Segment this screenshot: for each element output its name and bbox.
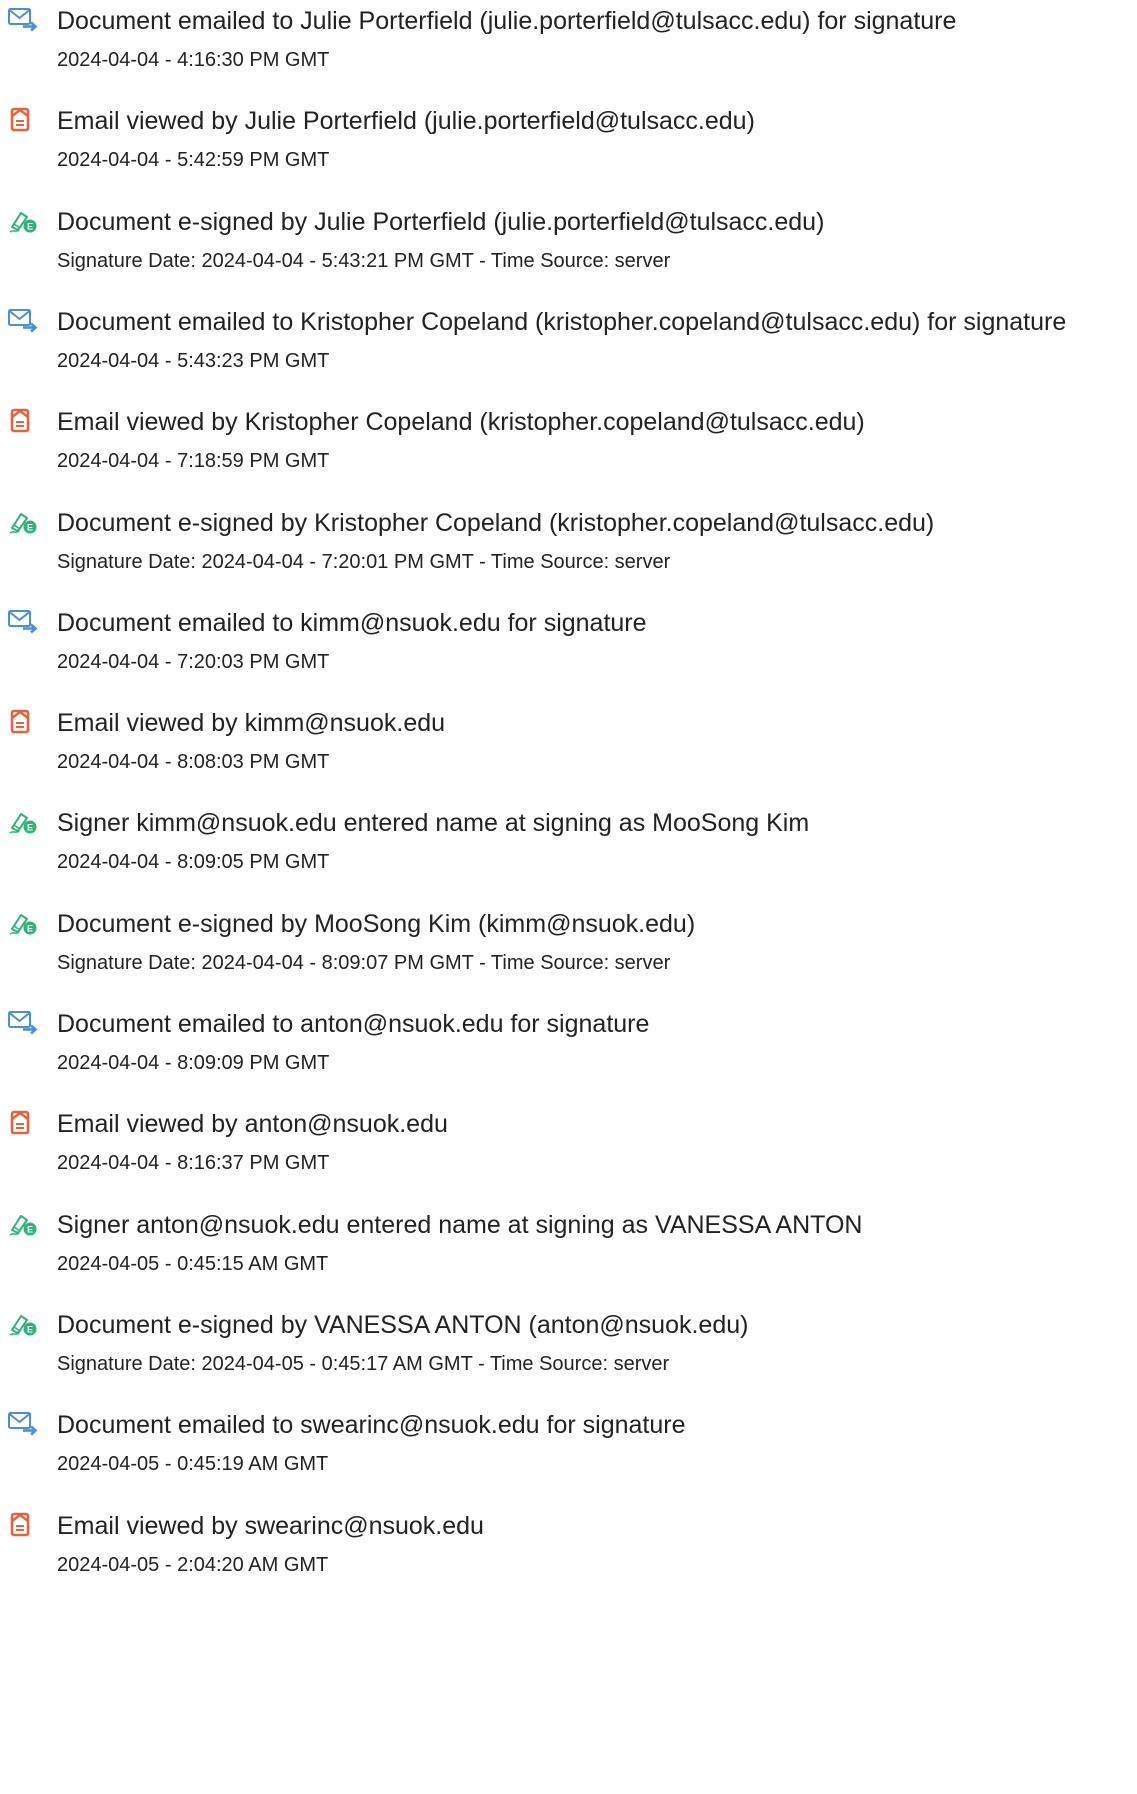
svg-text:E: E [27, 522, 33, 532]
svg-text:E: E [27, 1224, 33, 1234]
email-sent-icon [8, 1010, 38, 1036]
event-timestamp: 2024-04-04 - 7:20:03 PM GMT [57, 650, 330, 673]
email-viewed-icon [8, 1110, 38, 1136]
event-title: Document emailed to Julie Porterfield (j… [57, 7, 957, 35]
event-timestamp: 2024-04-04 - 8:16:37 PM GMT [57, 1152, 330, 1175]
audit-event: Document emailed to kimm@nsuok.edu for s… [0, 602, 1137, 702]
audit-event: Document emailed to Julie Porterfield (j… [0, 0, 1137, 100]
audit-event: Document emailed to swearinc@nsuok.edu f… [0, 1404, 1137, 1504]
audit-event: Email viewed by kimm@nsuok.edu 2024-04-04… [0, 702, 1137, 802]
event-title: Email viewed by swearinc@nsuok.edu [57, 1511, 484, 1540]
event-title: Document emailed to kimm@nsuok.edu for s… [57, 608, 647, 637]
svg-text:E: E [27, 923, 33, 933]
event-title: Email viewed by Kristopher Copeland (kri… [57, 408, 865, 437]
email-viewed-icon [8, 709, 38, 735]
e-sign-icon: E [8, 1211, 38, 1237]
event-timestamp: 2024-04-04 - 8:09:05 PM GMT [57, 851, 330, 874]
svg-text:E: E [27, 1324, 33, 1334]
audit-event: Email viewed by Kristopher Copeland (kri… [0, 401, 1137, 501]
audit-event: Document emailed to anton@nsuok.edu for … [0, 1003, 1137, 1103]
event-timestamp: Signature Date: 2024-04-04 - 7:20:01 PM … [57, 550, 671, 573]
email-viewed-icon [8, 107, 38, 133]
event-title: Document e-signed by Julie Porterfield (… [57, 207, 825, 236]
event-title: Signer anton@nsuok.edu entered name at s… [57, 1210, 863, 1239]
audit-event: E Document e-signed by Julie Porterfield … [0, 201, 1137, 301]
email-sent-icon [8, 308, 38, 334]
audit-event: E Document e-signed by VANESSA ANTON (ant… [0, 1304, 1137, 1404]
event-timestamp: 2024-04-05 - 0:45:19 AM GMT [57, 1453, 329, 1476]
event-title: Email viewed by Julie Porterfield (julie… [57, 107, 755, 136]
e-sign-icon: E [8, 910, 38, 936]
event-timestamp: Signature Date: 2024-04-05 - 0:45:17 AM … [57, 1352, 670, 1375]
event-timestamp: Signature Date: 2024-04-04 - 5:43:21 PM … [57, 249, 671, 272]
audit-event: E Document e-signed by Kristopher Copelan… [0, 502, 1137, 602]
audit-event: E Signer kimm@nsuok.edu entered name at s… [0, 802, 1137, 902]
event-title: Document emailed to Kristopher Copeland … [57, 307, 1067, 336]
event-timestamp: 2024-04-05 - 0:45:15 AM GMT [57, 1252, 329, 1275]
event-timestamp: 2024-04-04 - 5:43:23 PM GMT [57, 349, 330, 372]
audit-event: Email viewed by anton@nsuok.edu 2024-04-0… [0, 1103, 1137, 1203]
email-sent-icon [8, 7, 38, 33]
email-sent-icon [8, 1411, 38, 1437]
audit-event: E Signer anton@nsuok.edu entered name at … [0, 1204, 1137, 1304]
event-title: Document emailed to anton@nsuok.edu for … [57, 1010, 650, 1038]
audit-event: Document emailed to Kristopher Copeland … [0, 301, 1137, 401]
event-title: Signer kimm@nsuok.edu entered name at si… [57, 809, 810, 838]
event-title: Document e-signed by VANESSA ANTON (anto… [57, 1310, 749, 1339]
event-title: Document e-signed by Kristopher Copeland… [57, 508, 935, 537]
email-sent-icon [8, 609, 38, 635]
email-viewed-icon [8, 408, 38, 434]
e-sign-icon: E [8, 208, 38, 234]
audit-event: Email viewed by Julie Porterfield (julie… [0, 100, 1137, 200]
event-title: Document e-signed by MooSong Kim (kimm@n… [57, 909, 696, 938]
audit-event: E Document e-signed by MooSong Kim (kimm@… [0, 903, 1137, 1003]
event-timestamp: 2024-04-04 - 8:08:03 PM GMT [57, 751, 330, 774]
event-timestamp: 2024-04-04 - 4:16:30 PM GMT [57, 49, 330, 71]
audit-event: Email viewed by swearinc@nsuok.edu 2024-0… [0, 1505, 1137, 1605]
event-timestamp: 2024-04-04 - 7:18:59 PM GMT [57, 450, 330, 473]
svg-text:E: E [27, 823, 33, 833]
e-sign-icon: E [8, 509, 38, 535]
event-title: Email viewed by anton@nsuok.edu [57, 1110, 448, 1139]
event-title: Email viewed by kimm@nsuok.edu [57, 709, 446, 738]
event-timestamp: 2024-04-04 - 5:42:59 PM GMT [57, 149, 330, 172]
e-sign-icon: E [8, 1311, 38, 1337]
email-viewed-icon [8, 1512, 38, 1538]
svg-text:E: E [27, 221, 33, 231]
event-timestamp: Signature Date: 2024-04-04 - 8:09:07 PM … [57, 951, 671, 974]
event-timestamp: 2024-04-04 - 8:09:09 PM GMT [57, 1052, 330, 1074]
event-timestamp: 2024-04-05 - 2:04:20 AM GMT [57, 1553, 329, 1576]
event-title: Document emailed to swearinc@nsuok.edu f… [57, 1411, 686, 1440]
e-sign-icon: E [8, 809, 38, 835]
